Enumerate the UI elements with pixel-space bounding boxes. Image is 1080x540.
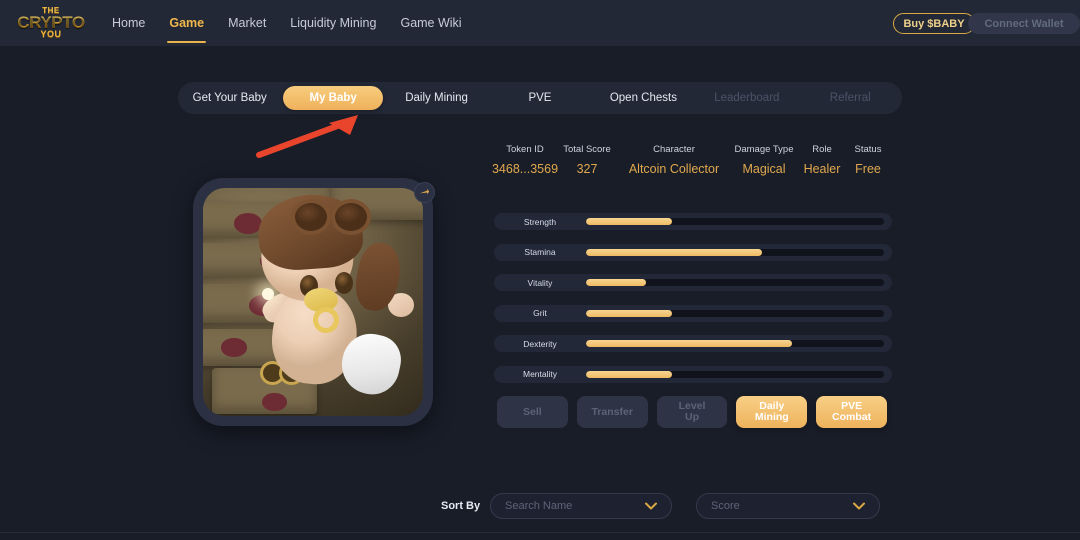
baby-eye-right [335,272,353,295]
nav-item-home[interactable]: Home [100,0,157,46]
stat-row-dexterity: Dexterity [494,335,892,352]
stat-track [586,279,884,286]
sort-by-label: Sort By [441,500,481,512]
level-up-button[interactable]: Level Up [656,396,728,428]
stat-track [586,309,884,317]
stat-fill [586,309,673,317]
game-tab-bar: Get Your Baby My Baby Daily Mining PVE O… [178,82,902,114]
pve-combat-button[interactable]: PVE Combat [816,396,887,428]
summary-damage-type: Damage Type Magical [734,144,794,176]
card-frame [193,178,433,426]
stat-track [586,218,884,225]
summary-role: Role Healer [803,144,841,176]
tab-get-your-baby[interactable]: Get Your Baby [180,86,279,110]
main-nav: Home Game Market Liquidity Mining Game W… [100,0,474,46]
stat-row-grit: Grit [494,304,892,322]
nav-item-market[interactable]: Market [216,0,278,46]
site-logo[interactable]: THE CRYPTO YOU [14,2,88,44]
top-header: THE CRYPTO YOU Home Game Market Liquidit… [0,0,1080,46]
tab-daily-mining[interactable]: Daily Mining [387,86,486,110]
summary-character: Character Altcoin Collector [628,144,720,176]
nav-item-liquidity-mining[interactable]: Liquidity Mining [278,0,388,46]
tab-referral: Referral [829,92,871,104]
tab-pve[interactable]: PVE [490,86,589,110]
summary-status-badge: Status Free [854,144,882,176]
nav-item-game[interactable]: Game [157,0,216,46]
bottom-divider [0,532,1080,533]
stat-row-stamina: Stamina [494,243,892,261]
stat-row-mentality: Mentality [494,365,892,383]
stat-track [586,248,884,256]
goggle-right-icon [330,199,371,236]
stat-fill [586,218,673,225]
stat-fill [586,340,792,347]
transfer-button[interactable]: Transfer [576,396,648,428]
pacifier-ring [313,306,339,333]
chevron-down-icon [645,502,657,510]
stat-bars: Strength Stamina Vitality Grit Dexterity… [494,213,892,396]
stat-fill [586,248,762,256]
chevron-down-icon [853,502,865,510]
share-arrow-icon[interactable] [414,182,435,203]
daily-mining-button[interactable]: Daily Mining [736,396,808,428]
tab-my-baby[interactable]: My Baby [283,86,383,110]
stat-fill [586,370,673,378]
tab-leaderboard: Leaderboard [714,92,780,104]
connect-wallet-button[interactable]: Connect Wallet [968,13,1080,34]
stat-row-strength: Strength [494,213,892,230]
tab-open-chests[interactable]: Open Chests [594,86,693,110]
annotation-arrow-icon [256,115,358,158]
sell-button[interactable]: Sell [497,396,568,428]
score-select[interactable]: Score [696,493,880,519]
buy-baby-button[interactable]: Buy $BABY [893,13,975,34]
stat-track [586,370,884,378]
nav-item-game-wiki[interactable]: Game Wiki [388,0,473,46]
summary-total-score: Total Score 327 [563,144,611,176]
character-artwork [203,188,423,416]
character-card[interactable] [193,178,435,426]
stat-fill [586,279,646,286]
character-actions: Sell Transfer Level Up Daily Mining PVE … [497,396,887,428]
search-name-select[interactable]: Search Name [490,493,672,519]
character-summary: Token ID 3468...3569 Total Score 327 Cha… [491,144,892,176]
score-value: Score [711,500,740,512]
stat-row-vitality: Vitality [494,274,892,291]
logo-line-3: YOU [40,29,62,39]
summary-token-id: Token ID 3468...3569 [491,144,559,176]
stat-track [586,340,884,347]
search-name-value: Search Name [505,500,573,512]
